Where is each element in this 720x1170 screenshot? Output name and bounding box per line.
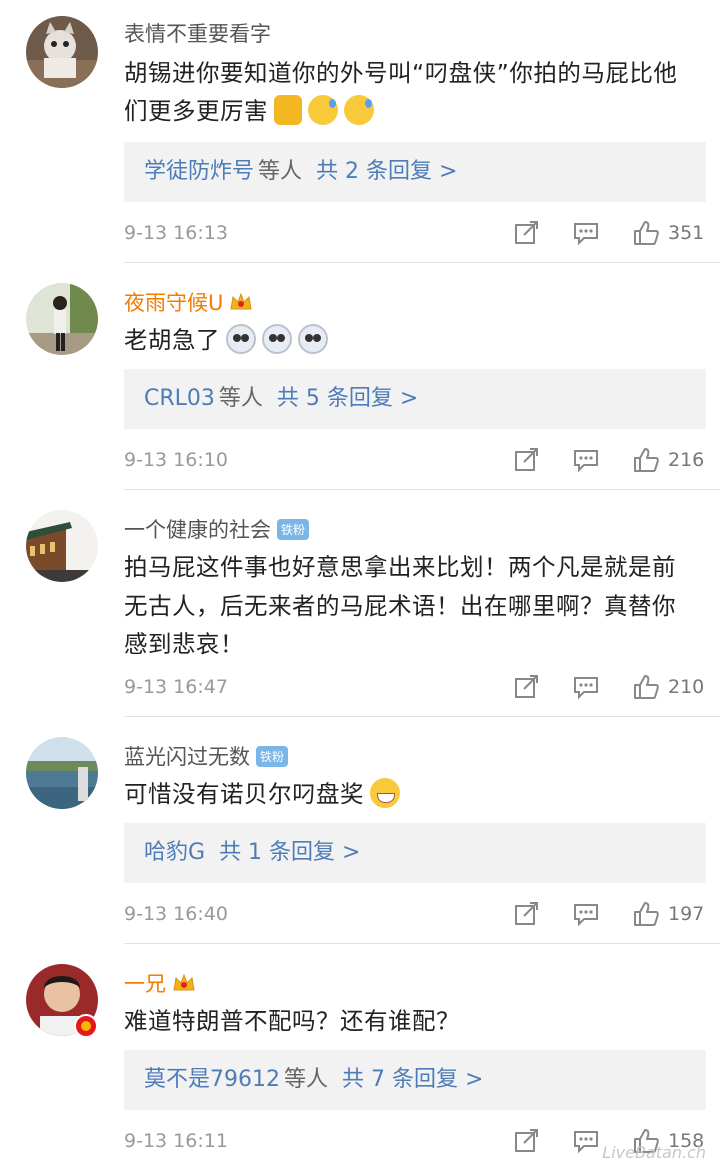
shocked-emoji-icon bbox=[262, 324, 292, 354]
comment-text: 胡锡进你要知道你的外号叫“叼盘侠”你拍的马屁比他们更多更厉害 bbox=[124, 59, 678, 125]
avatar[interactable] bbox=[26, 510, 98, 582]
comment-meta: 9-13 16:13 351 bbox=[124, 217, 706, 249]
share-icon[interactable] bbox=[512, 673, 540, 701]
username[interactable]: 夜雨守候U bbox=[124, 287, 253, 317]
reply-count: 共 2 条回复 > bbox=[316, 159, 458, 184]
timestamp: 9-13 16:10 bbox=[124, 449, 228, 471]
username-text: 一个健康的社会 bbox=[124, 518, 271, 542]
comment-meta: 9-13 16:10 216 bbox=[124, 444, 706, 476]
reply-suffix: 等人 bbox=[218, 386, 263, 411]
thumbs-up-icon[interactable] bbox=[632, 219, 660, 247]
like-count: 351 bbox=[668, 222, 705, 244]
like-count: 210 bbox=[668, 676, 705, 698]
reply-summary[interactable]: 哈豹G 共 1 条回复 > bbox=[124, 823, 706, 883]
thumbs-up-icon[interactable] bbox=[632, 446, 660, 474]
thumbs-up-emoji-icon bbox=[274, 95, 302, 125]
reply-users: 学徒防炸号 bbox=[144, 159, 255, 184]
reply-suffix: 等人 bbox=[284, 1067, 329, 1092]
grin-emoji-icon bbox=[370, 778, 400, 808]
like-count: 216 bbox=[668, 449, 705, 471]
comment-icon[interactable] bbox=[572, 1127, 600, 1155]
username-text: 夜雨守候U bbox=[124, 291, 224, 315]
thumbs-up-icon[interactable] bbox=[632, 673, 660, 701]
share-icon[interactable] bbox=[512, 219, 540, 247]
share-icon[interactable] bbox=[512, 900, 540, 928]
thumbs-up-icon[interactable] bbox=[632, 900, 660, 928]
comment-meta: 9-13 16:47 210 bbox=[124, 671, 706, 703]
comment-item: 一兄 难道特朗普不配吗？还有谁配？ 莫不是79612 等人共 7 条回复 > 9-… bbox=[0, 944, 720, 1170]
comment-item: 蓝光闪过无数 铁粉 可惜没有诺贝尔叼盘奖 哈豹G 共 1 条回复 > 9-13 16… bbox=[0, 717, 720, 944]
comment-text: 拍马屁这件事也好意思拿出来比划！两个凡是就是前无古人，后无来者的马屁术语！出在哪… bbox=[124, 553, 676, 658]
username[interactable]: 一个健康的社会 铁粉 bbox=[124, 514, 310, 544]
comment-item: 夜雨守候U 老胡急了 CRL03 等人共 5 条回复 > 9-13 16:10 2… bbox=[0, 263, 720, 490]
username[interactable]: 一兄 bbox=[124, 968, 196, 998]
timestamp: 9-13 16:13 bbox=[124, 222, 228, 244]
share-icon[interactable] bbox=[512, 446, 540, 474]
comment-meta: 9-13 16:40 197 bbox=[124, 898, 706, 930]
reply-summary[interactable]: 学徒防炸号 等人共 2 条回复 > bbox=[124, 142, 706, 202]
crown-icon bbox=[172, 973, 196, 993]
shocked-emoji-icon bbox=[298, 324, 328, 354]
sweat-emoji-icon bbox=[344, 95, 374, 125]
like-count: 197 bbox=[668, 903, 705, 925]
timestamp: 9-13 16:40 bbox=[124, 903, 228, 925]
timestamp: 9-13 16:47 bbox=[124, 676, 228, 698]
comment-icon[interactable] bbox=[572, 673, 600, 701]
watermark: LiveBatan.ch bbox=[602, 1143, 706, 1162]
fan-badge: 铁粉 bbox=[256, 746, 289, 767]
comment-icon[interactable] bbox=[572, 900, 600, 928]
reply-users: 莫不是79612 bbox=[144, 1067, 280, 1092]
timestamp: 9-13 16:11 bbox=[124, 1130, 228, 1152]
comment-text: 可惜没有诺贝尔叼盘奖 bbox=[124, 775, 694, 813]
comment-icon[interactable] bbox=[572, 219, 600, 247]
share-icon[interactable] bbox=[512, 1127, 540, 1155]
reply-count: 共 7 条回复 > bbox=[342, 1067, 484, 1092]
verified-badge-icon bbox=[74, 1014, 98, 1038]
shocked-emoji-icon bbox=[226, 324, 256, 354]
sweat-emoji-icon bbox=[308, 95, 338, 125]
avatar[interactable] bbox=[26, 737, 98, 809]
reply-summary[interactable]: 莫不是79612 等人共 7 条回复 > bbox=[124, 1050, 706, 1110]
username[interactable]: 表情不重要看字 bbox=[124, 18, 271, 48]
comment-item: 一个健康的社会 铁粉 拍马屁这件事也好意思拿出来比划！两个凡是就是前无古人，后无来… bbox=[0, 490, 720, 717]
avatar[interactable] bbox=[26, 16, 98, 88]
comment-text: 难道特朗普不配吗？还有谁配？ bbox=[124, 1007, 460, 1035]
reply-users: 哈豹G bbox=[144, 840, 206, 865]
comment-item: 表情不重要看字 胡锡进你要知道你的外号叫“叼盘侠”你拍的马屁比他们更多更厉害 学… bbox=[0, 0, 720, 263]
reply-count: 共 1 条回复 > bbox=[219, 840, 361, 865]
crown-icon bbox=[229, 292, 253, 312]
reply-suffix: 等人 bbox=[258, 159, 303, 184]
reply-summary[interactable]: CRL03 等人共 5 条回复 > bbox=[124, 369, 706, 429]
reply-count: 共 5 条回复 > bbox=[276, 386, 419, 411]
reply-users: CRL03 bbox=[144, 386, 215, 411]
username-text: 一兄 bbox=[124, 972, 166, 996]
username-text: 蓝光闪过无数 bbox=[124, 745, 250, 769]
fan-badge: 铁粉 bbox=[277, 519, 310, 540]
username[interactable]: 蓝光闪过无数 铁粉 bbox=[124, 741, 289, 771]
comment-text: 老胡急了 bbox=[124, 321, 694, 359]
avatar[interactable] bbox=[26, 283, 98, 355]
comment-icon[interactable] bbox=[572, 446, 600, 474]
